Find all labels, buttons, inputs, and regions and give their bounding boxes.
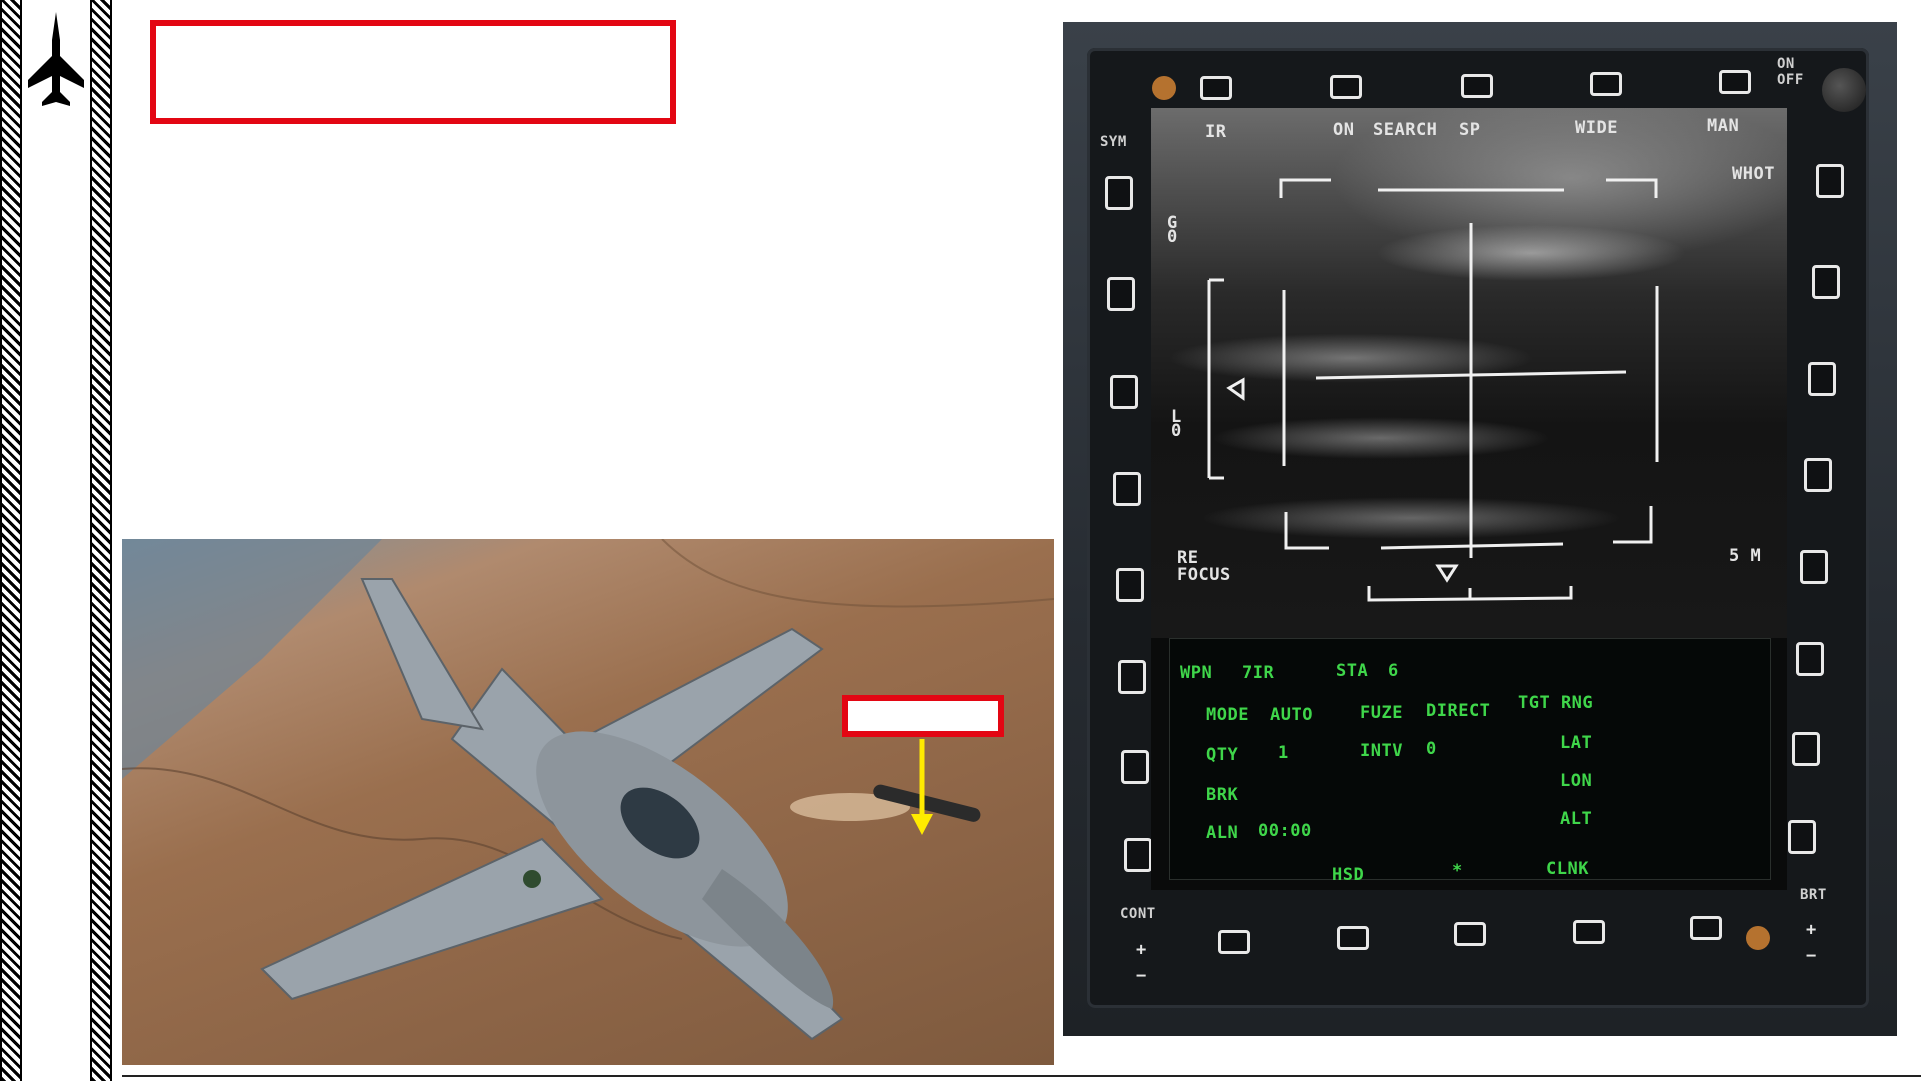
cont-label: CONT [1120,906,1156,922]
cont-plus-button[interactable]: + [1136,940,1147,960]
man-label: MAN [1707,116,1740,136]
brightness-knob[interactable] [1822,68,1866,112]
mode-label: MODE [1206,705,1249,725]
osb-bottom-1[interactable] [1218,930,1250,954]
osb-left-2[interactable] [1107,277,1135,311]
osb-right-2[interactable] [1812,265,1840,299]
osb-bottom-4[interactable] [1573,920,1605,944]
fuze-value: DIRECT [1426,701,1491,721]
osb-bottom-3[interactable] [1454,922,1486,946]
lon-label: LON [1560,771,1593,791]
mode-value: AUTO [1270,705,1313,725]
weapon-data-panel: WPN 7IR STA 6 MODE AUTO FUZE DIRECT TGT … [1169,638,1771,885]
aircraft-launch-photo [122,539,1054,1065]
brt-minus-button[interactable]: − [1806,946,1817,966]
alt-label: ALT [1560,809,1593,829]
tgt-rng-label: TGT RNG [1518,693,1594,713]
osb-right-7[interactable] [1792,732,1820,766]
wide-label: WIDE [1575,118,1618,138]
left-hatch-stripe [0,0,22,1081]
osb-left-1[interactable] [1105,176,1133,210]
screw-top-left-icon [1152,76,1176,100]
sym-label: SYM [1100,134,1127,150]
ir-video-feed: IR ON SEARCH SP WIDE MAN WHOT G 0 L 0 RE… [1151,108,1787,638]
fuze-label: FUZE [1360,703,1403,723]
clnk-label: CLNK [1546,859,1589,879]
osb-right-3[interactable] [1808,362,1836,396]
weapon-callout-box [842,695,1004,737]
osb-top-1[interactable] [1200,76,1232,100]
osb-top-4[interactable] [1590,72,1622,96]
osb-right-6[interactable] [1796,642,1824,676]
on-label: ON [1333,120,1355,140]
on-off-label: ON OFF [1777,56,1804,88]
osb-right-8[interactable] [1788,820,1816,854]
search-label: SEARCH [1373,120,1438,140]
hsd-label: HSD [1332,865,1365,885]
sta-label: STA [1336,661,1369,681]
brk-label: BRK [1206,785,1239,805]
intv-value: 0 [1426,739,1437,759]
osb-left-8[interactable] [1124,838,1152,872]
aln-label: ALN [1206,823,1239,843]
osb-left-7[interactable] [1121,750,1149,784]
osb-left-4[interactable] [1113,472,1141,506]
osb-top-5[interactable] [1719,70,1751,94]
brt-label: BRT [1800,887,1827,903]
range-label: 5 M [1729,546,1762,566]
bottom-rule [122,1075,1921,1077]
wpn-value: 7IR [1242,663,1275,683]
intv-label: INTV [1360,741,1403,761]
osb-bottom-5[interactable] [1690,916,1722,940]
osb-right-1[interactable] [1816,164,1844,198]
jet-silhouette-icon [24,10,88,110]
osb-left-6[interactable] [1118,660,1146,694]
osb-top-2[interactable] [1330,75,1362,99]
star-icon: * [1452,861,1463,881]
wpn-label: WPN [1180,663,1213,683]
osb-top-3[interactable] [1461,74,1493,98]
sp-label: SP [1459,120,1481,140]
qty-label: QTY [1206,745,1239,765]
osb-bottom-2[interactable] [1337,926,1369,950]
cont-minus-button[interactable]: − [1136,966,1147,986]
right-hatch-stripe [90,0,112,1081]
sta-value: 6 [1388,661,1399,681]
osb-right-5[interactable] [1800,550,1828,584]
brt-plus-button[interactable]: + [1806,920,1817,940]
title-redacted-box [150,20,676,124]
lat-label: LAT [1560,733,1593,753]
osb-left-5[interactable] [1116,568,1144,602]
osb-left-3[interactable] [1110,375,1138,409]
osb-right-4[interactable] [1804,458,1832,492]
screw-bottom-right-icon [1746,926,1770,950]
refocus-label: RE FOCUS [1177,548,1231,585]
aln-value: 00:00 [1258,821,1312,841]
mfd-screen: IR ON SEARCH SP WIDE MAN WHOT G 0 L 0 RE… [1151,108,1787,890]
l-scale-label: L 0 [1171,407,1182,441]
mode-ir-label: IR [1205,122,1227,142]
g-scale-label: G 0 [1167,213,1178,247]
qty-value: 1 [1278,743,1289,763]
whot-label: WHOT [1732,164,1775,184]
